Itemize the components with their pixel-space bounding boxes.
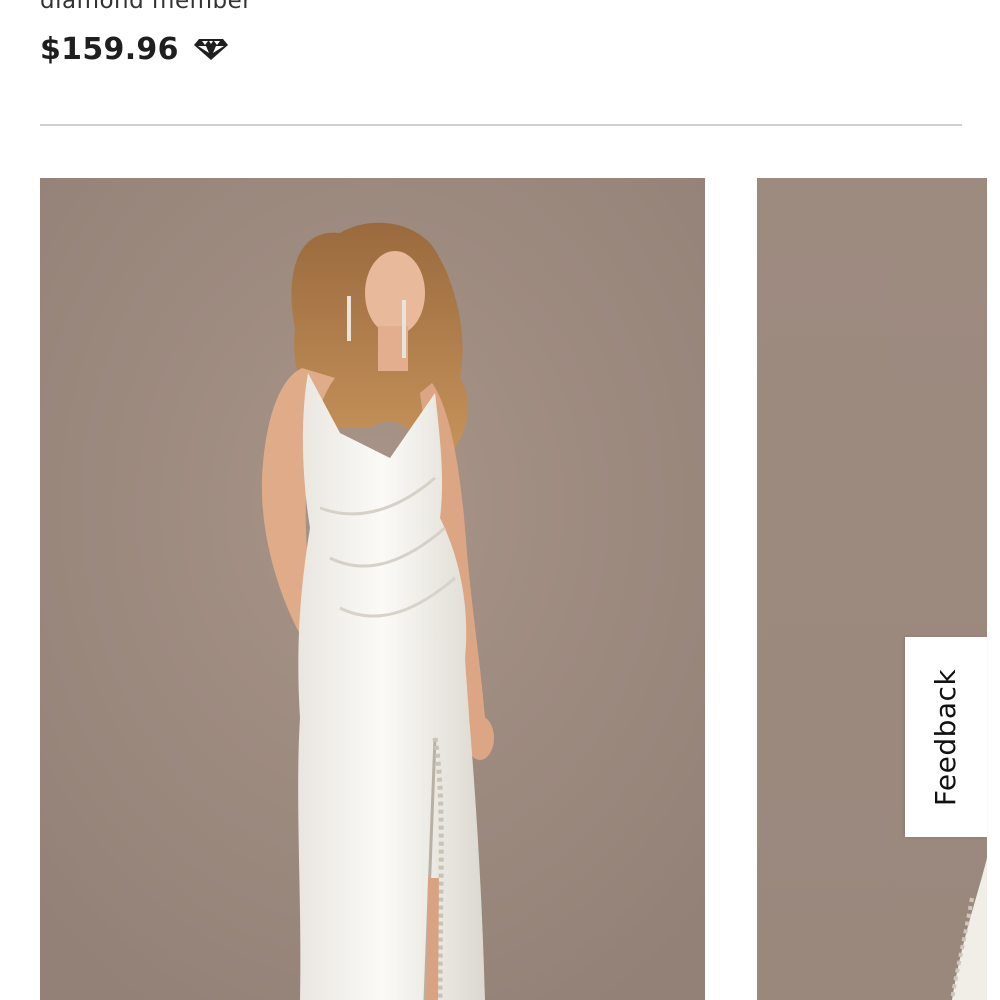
feedback-button[interactable]: Feedback (905, 637, 987, 837)
wedding-dress-photo-icon (40, 178, 705, 1000)
secondary-product-image[interactable] (757, 178, 987, 1000)
product-detail-page: diamond member $159.96 Feedback (0, 0, 1000, 1000)
main-product-image[interactable] (40, 178, 705, 1000)
price-row: $159.96 (40, 28, 229, 70)
section-divider (40, 124, 962, 126)
diamond-icon (193, 36, 229, 62)
member-tier-label: diamond member (40, 0, 253, 14)
feedback-label: Feedback (929, 668, 963, 806)
wedding-dress-photo-icon (757, 178, 987, 1000)
member-price: $159.96 (40, 31, 179, 67)
